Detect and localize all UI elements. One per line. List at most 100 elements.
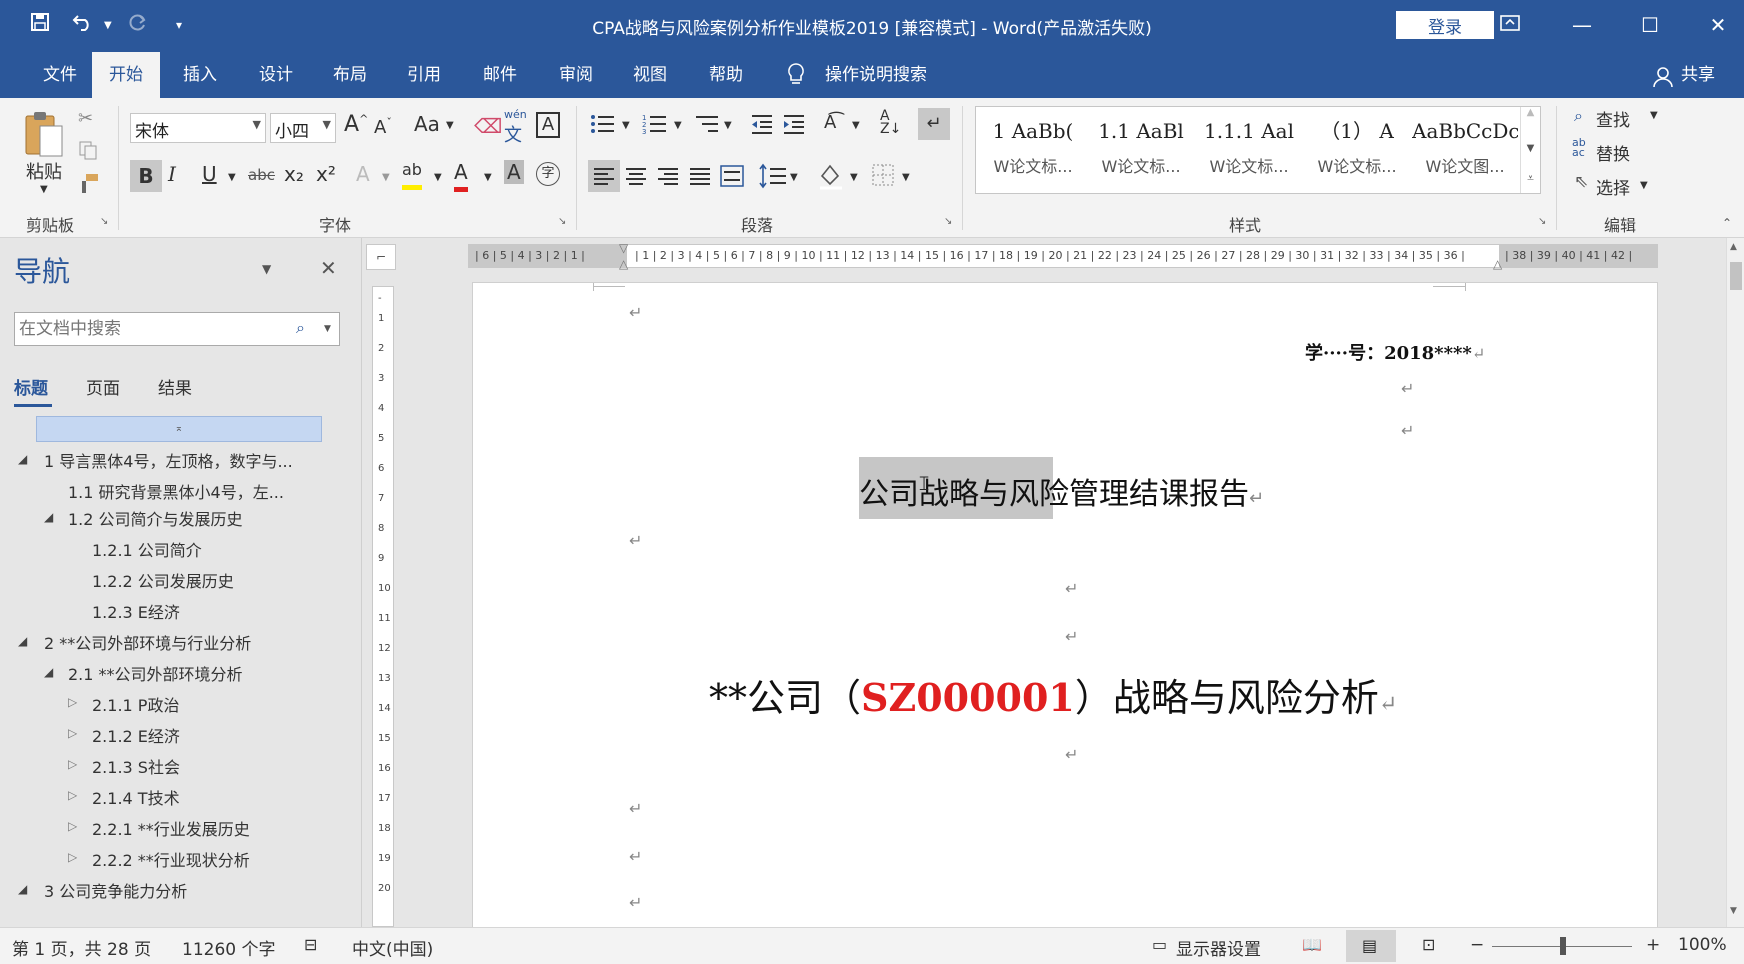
decrease-indent-icon[interactable] [750, 112, 774, 140]
style-heading-4[interactable]: （1） A W论文标... [1304, 113, 1410, 189]
clear-formatting-icon[interactable]: ⌫ [474, 114, 502, 138]
zoom-slider-thumb[interactable] [1560, 937, 1566, 955]
save-icon[interactable] [30, 12, 50, 37]
replace-icon[interactable]: ab ac [1572, 137, 1586, 158]
font-color-dropdown-icon[interactable]: ▼ [484, 172, 492, 183]
phonetic-guide-icon[interactable]: wén 文 [504, 108, 527, 147]
style-heading-3[interactable]: 1.1.1 Aal W论文标... [1196, 113, 1302, 189]
expanded-triangle-icon[interactable]: ◢ [44, 510, 53, 524]
subscript-button[interactable]: x₂ [284, 162, 304, 186]
paste-label[interactable]: 粘贴 [26, 158, 62, 184]
change-case-dropdown-icon[interactable]: ▼ [446, 120, 454, 131]
multilevel-dropdown-icon[interactable]: ▼ [724, 120, 732, 131]
styles-scroll-up-icon[interactable]: ▲ [1520, 107, 1540, 135]
collapsed-triangle-icon[interactable]: ▷ [68, 757, 77, 771]
tab-design[interactable]: 设计 [242, 52, 310, 98]
expanded-triangle-icon[interactable]: ◢ [18, 882, 27, 896]
nav-tab-results[interactable]: 结果 [158, 374, 192, 399]
format-painter-icon[interactable] [78, 172, 100, 198]
redo-icon[interactable] [126, 12, 148, 37]
copy-icon[interactable] [78, 140, 98, 164]
main-title[interactable]: **公司（SZ000001）战略与风险分析↵ [709, 667, 1397, 722]
maximize-icon[interactable]: ☐ [1630, 10, 1670, 40]
expanded-triangle-icon[interactable]: ◢ [18, 634, 27, 648]
hanging-indent-marker[interactable]: △ [619, 257, 628, 271]
search-options-icon[interactable]: ▼ [324, 324, 331, 334]
tab-layout[interactable]: 布局 [316, 52, 384, 98]
selected-heading-bar[interactable]: ⌅ [36, 416, 322, 442]
justify-icon[interactable] [684, 160, 716, 196]
tab-help[interactable]: 帮助 [692, 52, 760, 98]
horizontal-ruler[interactable]: | 6 | 5 | 4 | 3 | 2 | 1 | | 1 | 2 | 3 | … [468, 241, 1658, 271]
nav-tab-pages[interactable]: 页面 [86, 374, 120, 399]
increase-indent-icon[interactable] [782, 112, 806, 140]
character-shading-button[interactable]: A [504, 160, 524, 184]
highlight-button[interactable]: ab [402, 160, 422, 190]
select-button[interactable]: 选择 [1596, 174, 1630, 199]
strikethrough-button[interactable]: abc [248, 166, 275, 184]
distributed-icon[interactable] [716, 160, 748, 196]
tree-item[interactable]: 1 导言黑体4号，左顶格，数字与... [44, 448, 293, 472]
web-layout-icon[interactable]: ⊡ [1422, 935, 1435, 954]
page-count[interactable]: 第 1 页，共 28 页 [12, 935, 151, 960]
tab-file[interactable]: 文件 [26, 52, 94, 98]
sort-icon[interactable]: A Z↓ [880, 109, 901, 136]
expanded-triangle-icon[interactable]: ◢ [18, 452, 27, 466]
bullets-icon[interactable] [590, 112, 616, 140]
tree-item[interactable]: 2.1.2 E经济 [92, 723, 180, 747]
show-hide-marks-icon[interactable]: ↵ [918, 108, 950, 140]
proofing-icon[interactable]: ⊟ [304, 935, 317, 954]
tree-item[interactable]: 2.1.4 T技术 [92, 785, 180, 809]
bold-button[interactable]: B [130, 160, 162, 192]
customize-qat-icon[interactable]: ▾ [176, 18, 182, 32]
language-indicator[interactable]: 中文(中国) [352, 935, 433, 960]
text-effects-button[interactable]: A [356, 162, 370, 186]
scroll-thumb[interactable] [1730, 262, 1742, 290]
scroll-down-icon[interactable]: ▼ [1730, 906, 1737, 916]
nav-options-icon[interactable]: ▼ [262, 262, 271, 276]
tab-home[interactable]: 开始 [92, 52, 160, 98]
line-spacing-icon[interactable] [758, 162, 788, 194]
shading-dropdown-icon[interactable]: ▼ [850, 172, 858, 183]
vertical-scrollbar[interactable]: ▲ ▼ [1726, 238, 1744, 927]
multilevel-list-icon[interactable] [694, 112, 720, 140]
paste-dropdown-icon[interactable]: ▼ [40, 184, 48, 195]
paste-icon[interactable] [22, 108, 66, 164]
zoom-level[interactable]: 100% [1678, 935, 1727, 955]
styles-scroll-down-icon[interactable]: ▼ [1520, 135, 1540, 163]
vertical-ruler[interactable]: - 123 456 789 10 11 12 13 14 15 16 17 18 19 20 [372, 286, 394, 927]
paragraph-launcher-icon[interactable]: ↘ [944, 216, 952, 227]
grow-font-icon[interactable]: A^ [344, 112, 368, 137]
ribbon-display-options-icon[interactable] [1490, 10, 1530, 40]
tell-me-search[interactable]: 操作说明搜索 [808, 52, 944, 98]
display-settings-button[interactable]: 显示器设置 [1176, 935, 1261, 960]
collapsed-triangle-icon[interactable]: ▷ [68, 850, 77, 864]
borders-icon[interactable] [870, 162, 896, 192]
right-indent-marker[interactable]: △ [1493, 257, 1502, 271]
text-direction-dropdown-icon[interactable]: ▼ [852, 120, 860, 131]
tree-item[interactable]: 1.2.2 公司发展历史 [92, 568, 234, 592]
read-mode-icon[interactable]: 📖 [1302, 935, 1322, 954]
numbering-icon[interactable]: 123 [642, 112, 668, 140]
search-icon[interactable]: ⌕ [296, 318, 305, 338]
tab-review[interactable]: 审阅 [542, 52, 610, 98]
nav-search-input[interactable] [14, 312, 340, 346]
tree-item[interactable]: 2.2.1 **行业发展历史 [92, 816, 250, 840]
expanded-triangle-icon[interactable]: ◢ [44, 665, 53, 679]
select-dropdown-icon[interactable]: ▼ [1640, 180, 1648, 191]
align-center-icon[interactable] [620, 160, 652, 196]
underline-dropdown-icon[interactable]: ▼ [228, 172, 236, 183]
font-color-button[interactable]: A [454, 160, 468, 192]
underline-button[interactable]: U [202, 162, 217, 186]
close-icon[interactable]: ✕ [1698, 10, 1738, 40]
find-button[interactable]: 查找 [1596, 106, 1630, 131]
text-effects-dropdown-icon[interactable]: ▼ [382, 172, 390, 183]
shrink-font-icon[interactable]: Aˇ [374, 116, 392, 138]
tree-item[interactable]: 1.2.3 E经济 [92, 599, 180, 623]
tree-item[interactable]: 2 **公司外部环境与行业分析 [44, 630, 251, 654]
shading-icon[interactable] [818, 162, 844, 194]
login-button[interactable]: 登录 [1396, 11, 1494, 39]
numbering-dropdown-icon[interactable]: ▼ [674, 120, 682, 131]
nav-tab-headings[interactable]: 标题 [14, 374, 48, 399]
tab-selector-icon[interactable]: ⌐ [366, 244, 396, 270]
